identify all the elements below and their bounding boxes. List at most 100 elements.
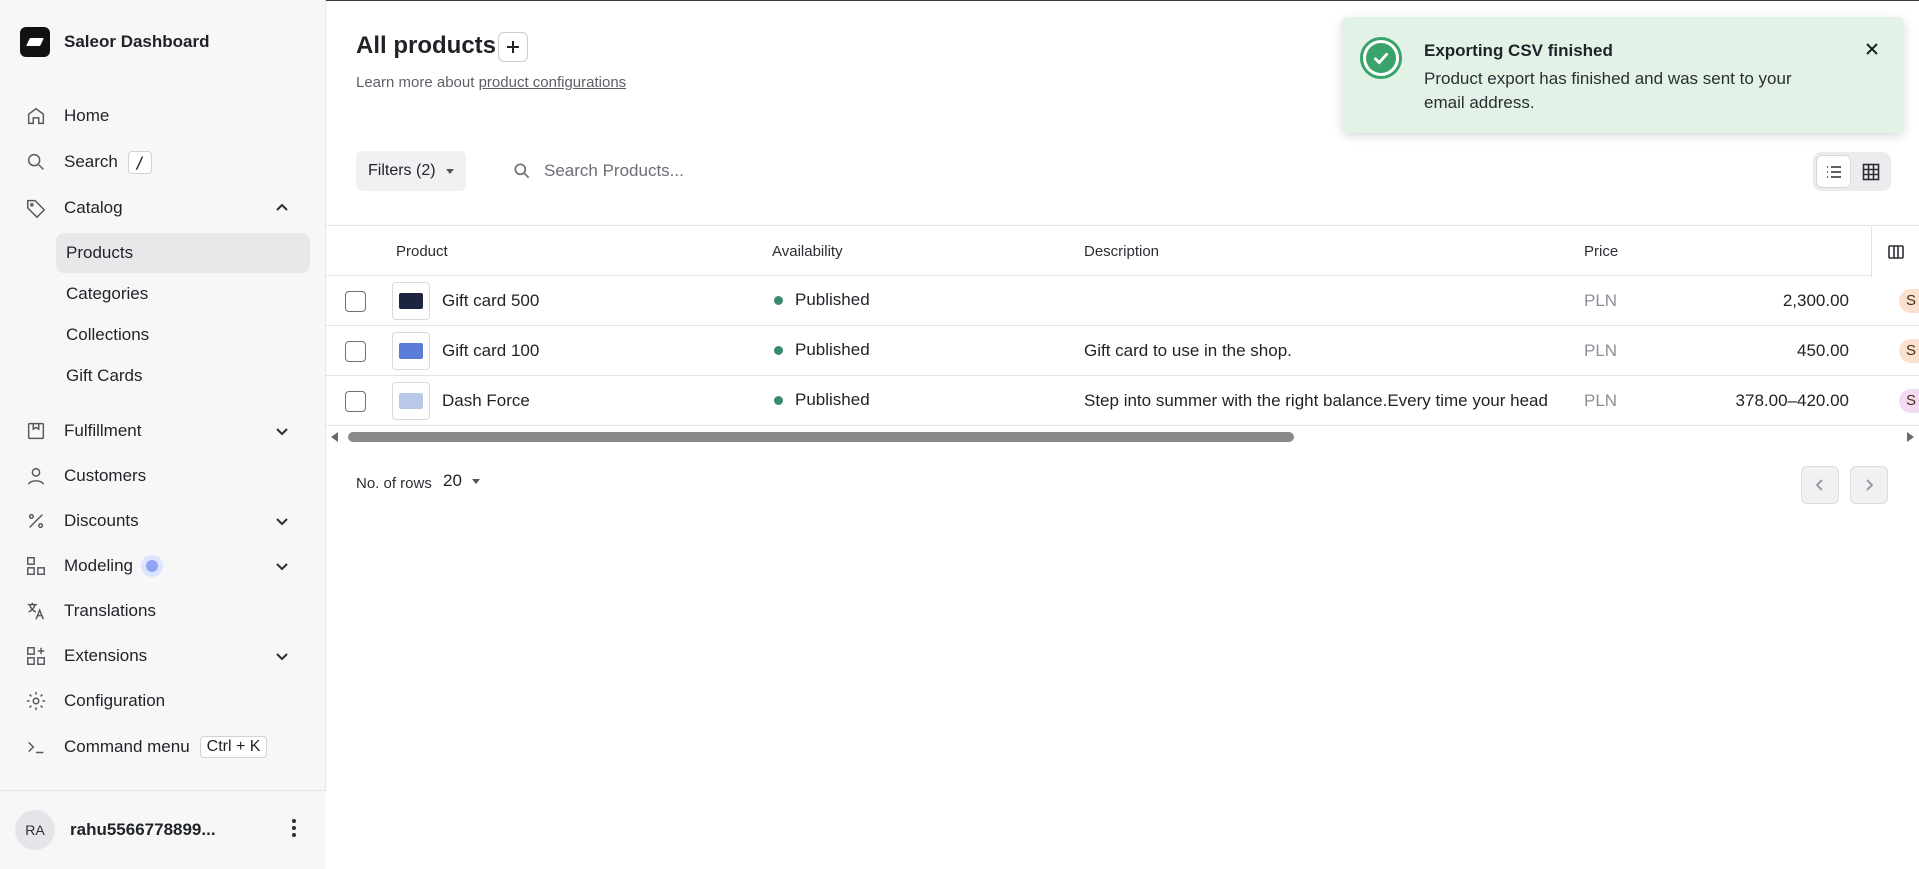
list-icon	[1826, 165, 1841, 178]
column-header-description[interactable]: Description	[1084, 243, 1159, 260]
fulfillment-icon	[24, 419, 48, 443]
caret-down-icon	[471, 478, 480, 484]
status-dot	[774, 295, 783, 305]
user-icon	[24, 464, 48, 488]
caret-down-icon	[445, 168, 454, 174]
sidebar-item-command-menu[interactable]: Command menu Ctrl + K	[24, 729, 304, 765]
sidebar-item-configuration[interactable]: Configuration	[24, 683, 304, 719]
sidebar-item-collections[interactable]: Collections	[56, 315, 310, 355]
sidebar-item-gift-cards[interactable]: Gift Cards	[56, 356, 310, 396]
sidebar-item-fulfillment[interactable]: Fulfillment	[24, 413, 304, 449]
percent-icon	[24, 509, 48, 533]
table-row[interactable]: Gift card 100 Published Gift card to use…	[326, 326, 1919, 376]
plus-icon	[507, 41, 519, 53]
previous-page-button[interactable]	[1801, 466, 1839, 504]
price-amount: 450.00	[1797, 341, 1849, 360]
sidebar: Saleor Dashboard Home Search / Catalog P…	[0, 0, 326, 869]
sidebar-item-label: Discounts	[64, 511, 139, 530]
toast-title: Exporting CSV finished	[1424, 41, 1613, 60]
product-type-badge: S	[1899, 289, 1919, 313]
product-type-badge: S	[1899, 339, 1919, 363]
sidebar-item-modeling[interactable]: Modeling	[24, 548, 304, 584]
brand[interactable]: Saleor Dashboard	[20, 27, 210, 57]
tag-icon	[24, 196, 48, 220]
sidebar-item-products[interactable]: Products	[56, 233, 310, 273]
more-options-icon[interactable]	[292, 819, 296, 837]
chevron-down-icon[interactable]	[272, 511, 292, 531]
horizontal-scrollbar[interactable]	[326, 428, 1919, 446]
user-menu: RA rahu5566778899...	[0, 790, 326, 869]
column-header-product[interactable]: Product	[396, 243, 448, 260]
sidebar-item-customers[interactable]: Customers	[24, 458, 304, 494]
product-configurations-link[interactable]: product configurations	[479, 74, 627, 91]
next-page-button[interactable]	[1850, 466, 1888, 504]
search-icon	[514, 163, 530, 179]
sidebar-item-extensions[interactable]: Extensions	[24, 638, 304, 674]
add-product-button[interactable]	[498, 32, 528, 62]
sidebar-item-search[interactable]: Search /	[24, 144, 304, 180]
product-thumbnail	[392, 382, 430, 420]
rows-per-page-select[interactable]: 20	[443, 471, 480, 491]
availability-status: Published	[774, 340, 870, 360]
notification-dot	[141, 555, 163, 577]
sidebar-item-translations[interactable]: Translations	[24, 593, 304, 629]
product-name: Gift card 100	[442, 341, 540, 360]
sidebar-item-discounts[interactable]: Discounts	[24, 503, 304, 539]
row-checkbox[interactable]	[345, 391, 366, 412]
sidebar-item-label: Translations	[64, 601, 156, 620]
row-checkbox[interactable]	[345, 291, 366, 312]
chevron-down-icon[interactable]	[272, 556, 292, 576]
avatar[interactable]: RA	[15, 810, 55, 850]
column-picker-button[interactable]	[1871, 226, 1919, 277]
toast-message: Product export has finished and was sent…	[1424, 69, 1792, 112]
row-checkbox[interactable]	[345, 341, 366, 362]
column-header-availability[interactable]: Availability	[772, 243, 843, 260]
table-row[interactable]: Dash Force Published Step into summer wi…	[326, 376, 1919, 426]
column-header-price[interactable]: Price	[1584, 243, 1618, 260]
sidebar-item-label: Categories	[66, 284, 149, 303]
sidebar-item-label: Configuration	[64, 691, 166, 710]
search-input[interactable]	[544, 161, 884, 181]
sidebar-item-label: Modeling	[64, 556, 133, 575]
grid-view-button[interactable]	[1853, 155, 1888, 188]
sidebar-item-label: Fulfillment	[64, 421, 142, 440]
filters-button[interactable]: Filters (2)	[356, 151, 466, 191]
sidebar-item-catalog[interactable]: Catalog	[24, 190, 304, 226]
scrollbar-thumb[interactable]	[348, 432, 1294, 442]
availability-status: Published	[774, 290, 870, 310]
search-icon	[24, 150, 48, 174]
scroll-left-arrow[interactable]	[331, 432, 338, 442]
product-name: Dash Force	[442, 391, 530, 410]
product-name: Gift card 500	[442, 291, 540, 310]
sidebar-item-label: Home	[64, 106, 110, 125]
chevron-down-icon[interactable]	[272, 421, 292, 441]
chevron-down-icon[interactable]	[272, 646, 292, 666]
sidebar-item-home[interactable]: Home	[24, 98, 304, 134]
list-view-button[interactable]	[1816, 155, 1852, 188]
price-currency: PLN	[1584, 291, 1618, 310]
extensions-icon	[24, 644, 48, 668]
scroll-right-arrow[interactable]	[1907, 432, 1914, 442]
table-row[interactable]: Gift card 500 Published PLN 2,300.00 S	[326, 276, 1919, 326]
availability-label: Published	[795, 390, 870, 409]
chevron-left-icon	[1815, 479, 1823, 491]
status-dot	[774, 345, 783, 355]
notification-toast: Exporting CSV finished Product export ha…	[1342, 17, 1904, 133]
sidebar-item-label: Search	[64, 152, 118, 171]
product-description: Step into summer with the right balance.…	[1084, 391, 1548, 410]
sidebar-item-label: Extensions	[64, 646, 148, 665]
price-currency: PLN	[1584, 391, 1618, 410]
top-divider	[326, 0, 1919, 1]
close-icon[interactable]	[1862, 39, 1882, 59]
price-currency: PLN	[1584, 341, 1618, 360]
columns-icon	[1887, 244, 1904, 259]
brand-name: Saleor Dashboard	[64, 32, 210, 51]
filters-label: Filters (2)	[368, 162, 436, 179]
thumbnail-image	[399, 343, 423, 359]
search-shortcut: /	[127, 150, 152, 174]
sidebar-item-categories[interactable]: Categories	[56, 274, 310, 314]
gear-icon	[24, 689, 48, 713]
price-amount: 378.00–420.00	[1735, 391, 1849, 410]
chevron-up-icon[interactable]	[272, 198, 292, 218]
availability-label: Published	[795, 340, 870, 359]
